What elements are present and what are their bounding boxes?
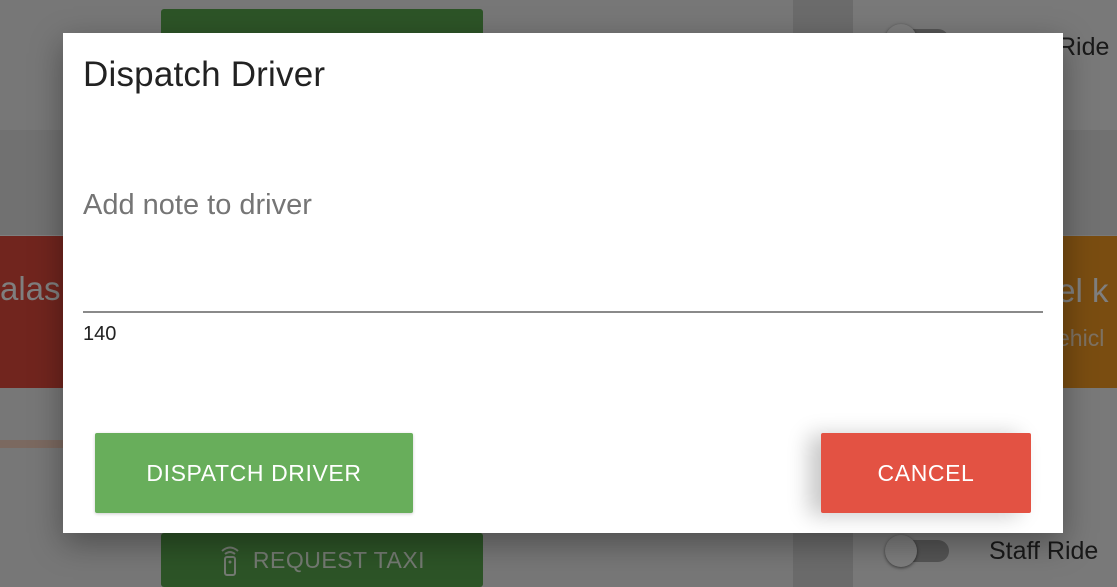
- character-counter: 140: [83, 323, 117, 345]
- input-underline: [83, 311, 1043, 313]
- dispatch-driver-dialog: Dispatch Driver 140 DISPATCH DRIVER CANC…: [63, 33, 1063, 533]
- dispatch-driver-button[interactable]: DISPATCH DRIVER: [95, 433, 413, 513]
- cancel-button[interactable]: CANCEL: [821, 433, 1031, 513]
- dialog-title: Dispatch Driver: [83, 55, 326, 94]
- driver-note-input[interactable]: [83, 183, 1043, 311]
- note-field: [83, 183, 1043, 313]
